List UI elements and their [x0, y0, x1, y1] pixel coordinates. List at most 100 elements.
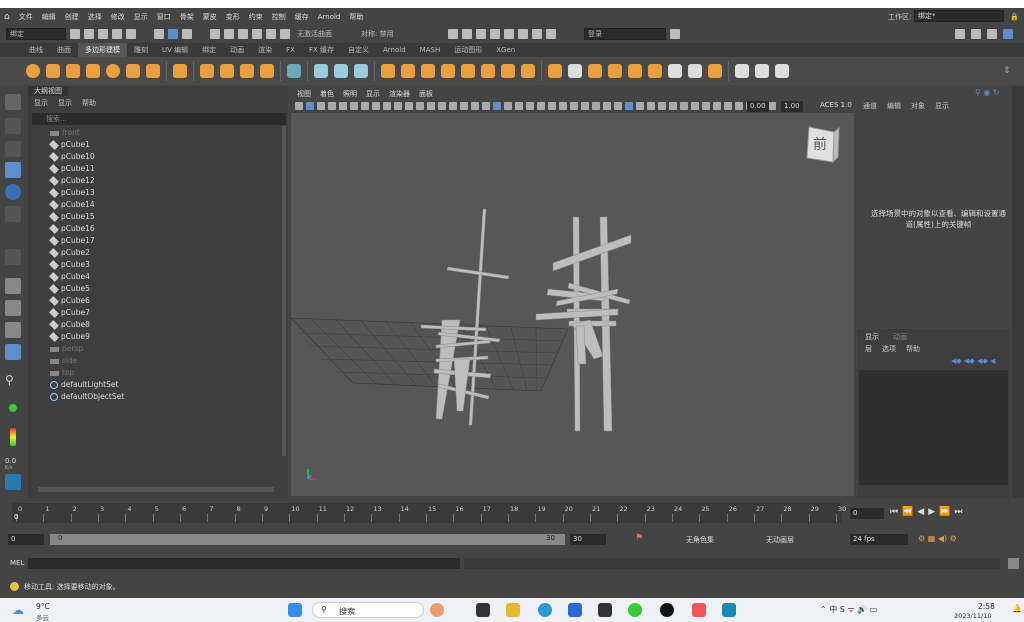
shelf-tab-custom[interactable]: 自定义 [341, 43, 376, 57]
outliner-scrollbar[interactable] [282, 126, 286, 456]
remesh-icon[interactable] [421, 64, 435, 78]
notification-bell-icon[interactable]: 🔔 [1012, 604, 1022, 613]
offset-edge-loop-icon[interactable] [648, 64, 662, 78]
poly-torus-icon[interactable] [106, 64, 120, 78]
auto-map-icon[interactable] [775, 64, 789, 78]
outliner-menu-help[interactable]: 帮助 [82, 98, 96, 108]
viewport-tool-icon[interactable] [669, 102, 677, 110]
viewport-tool-icon[interactable] [735, 102, 743, 110]
cb-menu-edit[interactable]: 编辑 [887, 101, 901, 111]
poly-plane-icon[interactable] [126, 64, 140, 78]
poly-cube-icon[interactable] [46, 64, 60, 78]
rotate-tool-icon[interactable] [5, 184, 21, 200]
outliner-item[interactable]: pCube13 [49, 187, 95, 199]
snap-view-icon[interactable] [252, 28, 262, 39]
select-component-icon[interactable] [182, 28, 192, 39]
viewport-tool-icon[interactable] [295, 102, 303, 110]
viewport-tool-icon[interactable] [306, 102, 314, 110]
viewport-tool-icon[interactable] [372, 102, 380, 110]
render-view-icon[interactable] [518, 28, 528, 39]
vp-menu-panels[interactable]: 面板 [419, 89, 433, 99]
viewport-tool-icon[interactable] [394, 102, 402, 110]
sweep-mesh-icon[interactable] [220, 64, 234, 78]
multi-cut-icon[interactable] [548, 64, 562, 78]
layer-menu-layers[interactable]: 层 [865, 344, 872, 354]
ipr-render-icon[interactable] [476, 28, 486, 39]
viewport-tool-icon[interactable] [504, 102, 512, 110]
outliner-item[interactable]: pCube10 [49, 151, 95, 163]
outliner-item[interactable]: side [50, 355, 77, 367]
uv-editor-icon[interactable] [735, 64, 749, 78]
wechat-icon[interactable] [628, 603, 642, 617]
menu-skeleton[interactable]: 骨架 [180, 12, 194, 22]
viewport-tool-icon[interactable] [493, 102, 501, 110]
shelf-tab-fx[interactable]: FX [279, 43, 302, 57]
outliner-h-scrollbar[interactable] [38, 487, 274, 492]
clock-time[interactable]: 2:58 [978, 602, 995, 611]
side-by-side-view-icon[interactable] [5, 322, 21, 338]
vp-menu-show[interactable]: 显示 [366, 89, 380, 99]
paint-select-tool-icon[interactable] [5, 141, 21, 157]
viewport-tool-icon[interactable] [383, 102, 391, 110]
viewport-3d[interactable]: 前 [291, 113, 854, 496]
shelf-tab-poly-modeling[interactable]: 多边形建模 [78, 43, 127, 57]
viewport-tool-icon[interactable] [537, 102, 545, 110]
menu-help[interactable]: 帮助 [349, 12, 363, 22]
vp-menu-renderer[interactable]: 渲染器 [389, 89, 410, 99]
menu-deform[interactable]: 变形 [226, 12, 240, 22]
outliner-item[interactable]: pCube4 [49, 271, 90, 283]
menu-arnold[interactable]: Arnold [318, 13, 341, 21]
task-view-icon[interactable] [476, 603, 490, 617]
script-editor-icon[interactable] [1008, 558, 1019, 569]
shelf-tab-surfaces[interactable]: 曲面 [50, 43, 78, 57]
viewport-tool-icon[interactable] [361, 102, 369, 110]
outliner-item[interactable]: defaultLightSet [50, 379, 118, 391]
platonic-solid-icon[interactable] [173, 64, 187, 78]
viewport-tool-icon[interactable] [702, 102, 710, 110]
viewport-tool-icon[interactable] [317, 102, 325, 110]
menu-cache[interactable]: 缓存 [295, 12, 309, 22]
mel-input[interactable] [28, 558, 460, 569]
viewport-tool-icon[interactable] [592, 102, 600, 110]
viewport-tool-icon[interactable] [328, 102, 336, 110]
shelf-tab-sculpting[interactable]: 雕刻 [127, 43, 155, 57]
select-tool-icon[interactable] [5, 94, 21, 110]
zoom-search-icon[interactable]: ⚲ [5, 373, 21, 389]
poly-cylinder-icon[interactable] [66, 64, 80, 78]
viewport-tool-icon[interactable] [603, 102, 611, 110]
vp-menu-lighting[interactable]: 照明 [343, 89, 357, 99]
viewport-tool-icon[interactable] [768, 102, 776, 110]
viewport-tool-icon[interactable] [625, 102, 633, 110]
poly-cone-icon[interactable] [86, 64, 100, 78]
single-view-icon[interactable] [5, 278, 21, 294]
planar-map-icon[interactable] [755, 64, 769, 78]
viewport-tool-icon[interactable] [460, 102, 468, 110]
target-weld-icon[interactable] [568, 64, 582, 78]
outliner-menu-display[interactable]: 显示 [34, 98, 48, 108]
outliner-persp-view-icon[interactable] [5, 344, 21, 360]
shelf-tab-animation[interactable]: 动画 [223, 43, 251, 57]
viewport-tool-icon[interactable] [680, 102, 688, 110]
menu-select[interactable]: 选择 [88, 12, 102, 22]
menu-modify[interactable]: 修改 [111, 12, 125, 22]
new-scene-icon[interactable] [70, 28, 80, 39]
wps-icon[interactable] [692, 603, 706, 617]
scale-tool-icon[interactable] [5, 206, 21, 222]
poly-sphere-icon[interactable] [26, 64, 40, 78]
outliner-item[interactable]: pCube1 [49, 139, 90, 151]
boolean-icon[interactable] [401, 64, 415, 78]
help-search-icon[interactable] [670, 28, 680, 39]
playback-controls-icon[interactable]: ⏮⏪◀▶⏩⏭ [890, 507, 966, 517]
outliner-item[interactable]: front [50, 127, 80, 139]
outliner-item[interactable]: defaultObjectSet [50, 391, 124, 403]
channel-box-icons[interactable]: ⚲ ◉ ↻ [975, 88, 1000, 97]
viewport-tool-icon[interactable] [427, 102, 435, 110]
hypershade-icon[interactable] [504, 28, 514, 39]
outliner-menu-show[interactable]: 显示 [58, 98, 72, 108]
select-hierarchy-icon[interactable] [154, 28, 164, 39]
anim-layer-select[interactable]: 无动画层 [766, 535, 794, 545]
live-surface-icon[interactable] [280, 28, 290, 39]
layer-menu-options[interactable]: 选项 [882, 344, 896, 354]
connect-icon[interactable] [588, 64, 602, 78]
home-icon[interactable]: ⌂ [4, 12, 10, 22]
